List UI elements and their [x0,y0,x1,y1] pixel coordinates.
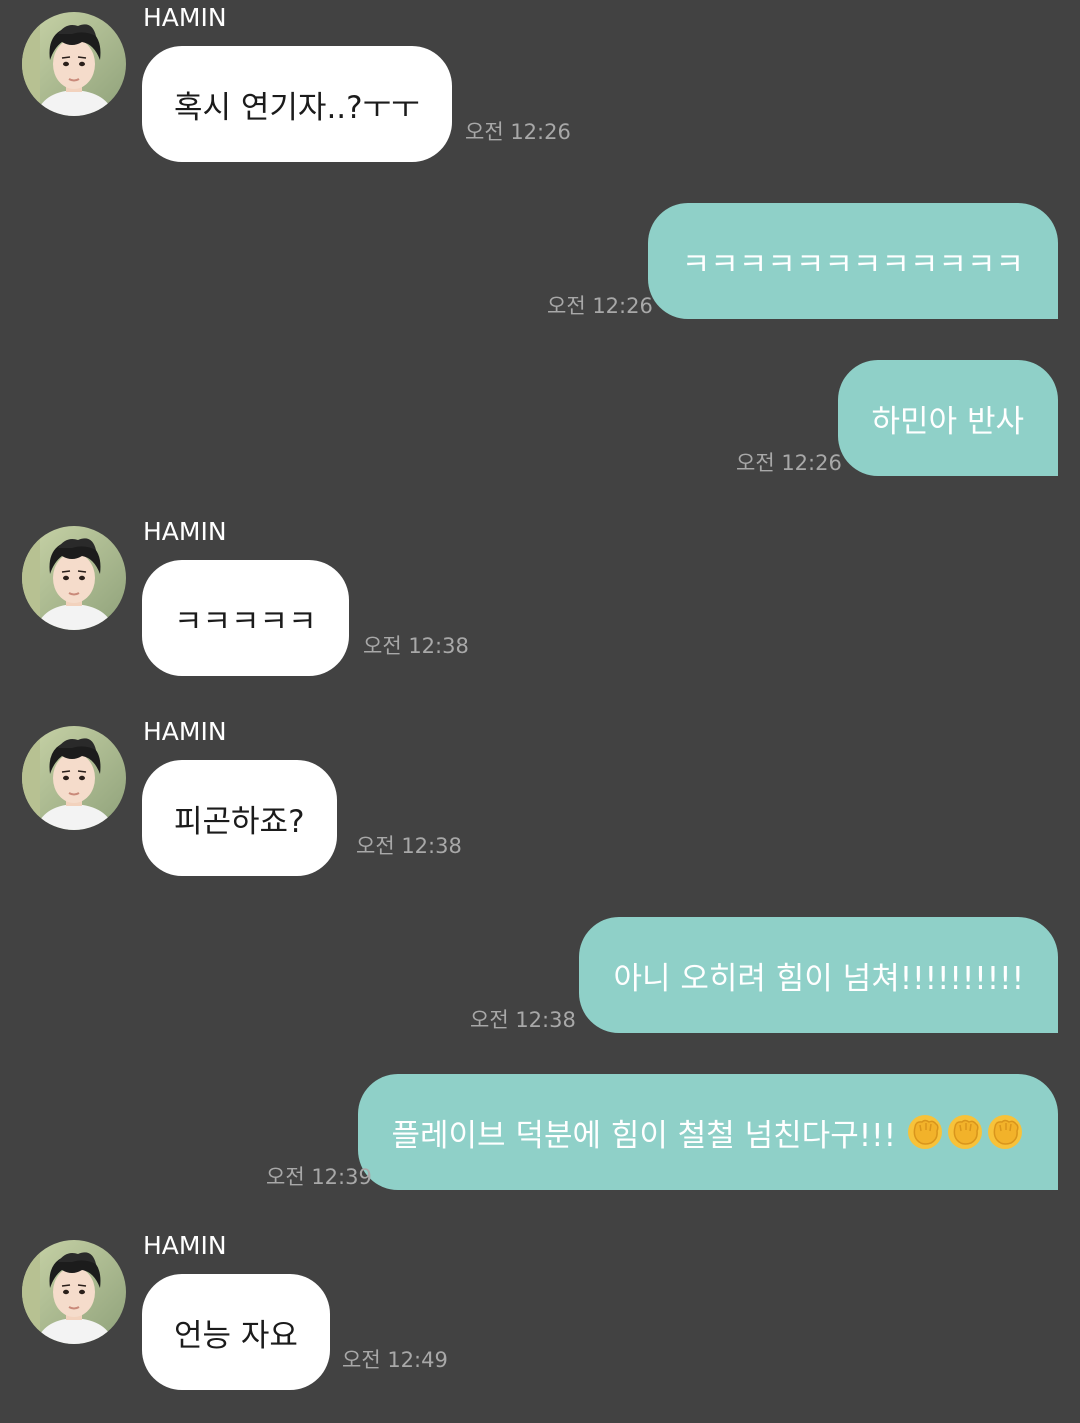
message-timestamp: 오전 12:49 [342,1348,448,1372]
message-timestamp: 오전 12:26 [547,294,653,318]
raised-fist-icon [987,1114,1023,1150]
message-text: 아니 오히려 힘이 넘쳐!!!!!!!!!! [613,960,1024,997]
hamin-avatar[interactable] [22,526,126,630]
message-timestamp: 오전 12:38 [470,1008,576,1032]
outgoing-message-bubble[interactable]: 플레이브 덕분에 힘이 철철 넘친다구!!! [357,1074,1058,1190]
raised-fist-icon [907,1114,943,1150]
outgoing-message-bubble[interactable]: 하민아 반사 [837,360,1058,476]
sender-name: HAMIN [143,517,227,546]
message-text: ㅋㅋㅋㅋㅋ [174,603,317,640]
sender-name: HAMIN [143,717,227,746]
sender-name: HAMIN [143,3,227,32]
message-text: 언능 자요 [174,1317,298,1354]
raised-fist-icon [947,1114,983,1150]
message-timestamp: 오전 12:26 [736,451,842,475]
incoming-message-bubble[interactable]: 혹시 연기자..?ㅜㅜ [142,46,452,162]
outgoing-message-bubble[interactable]: 아니 오히려 힘이 넘쳐!!!!!!!!!! [579,917,1058,1033]
message-text: 혹시 연기자..?ㅜㅜ [174,89,420,126]
message-text: 하민아 반사 [871,403,1024,440]
message-timestamp: 오전 12:38 [363,634,469,658]
hamin-avatar[interactable] [22,726,126,830]
incoming-message-bubble[interactable]: ㅋㅋㅋㅋㅋ [142,560,349,676]
incoming-message-bubble[interactable]: 피곤하죠? [142,760,337,876]
message-timestamp: 오전 12:39 [266,1165,372,1189]
sender-name: HAMIN [143,1231,227,1260]
message-text: ㅋㅋㅋㅋㅋㅋㅋㅋㅋㅋㅋㅋ [681,246,1024,283]
emoji-group [906,1113,1024,1151]
message-text: 플레이브 덕분에 힘이 철철 넘친다구!!! [391,1117,897,1154]
hamin-avatar[interactable] [22,1240,126,1344]
outgoing-message-bubble[interactable]: ㅋㅋㅋㅋㅋㅋㅋㅋㅋㅋㅋㅋ [647,203,1058,319]
hamin-avatar[interactable] [22,12,126,116]
message-timestamp: 오전 12:26 [465,120,571,144]
incoming-message-bubble[interactable]: 언능 자요 [142,1274,330,1390]
message-timestamp: 오전 12:38 [356,834,462,858]
message-text: 피곤하죠? [174,803,305,840]
